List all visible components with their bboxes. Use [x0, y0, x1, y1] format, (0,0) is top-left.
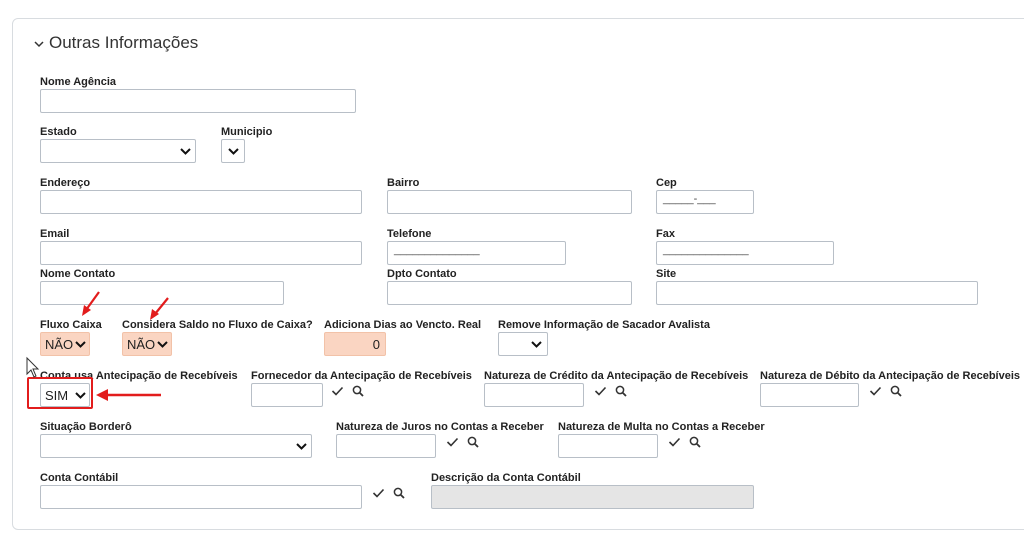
arrow-annotation-antecipacao	[96, 389, 161, 401]
annotation-overlay	[26, 291, 169, 401]
arrow-annotation-fluxo-caixa	[82, 291, 100, 316]
arrow-annotation-considera-saldo	[150, 297, 169, 320]
mouse-cursor-icon	[26, 356, 40, 378]
